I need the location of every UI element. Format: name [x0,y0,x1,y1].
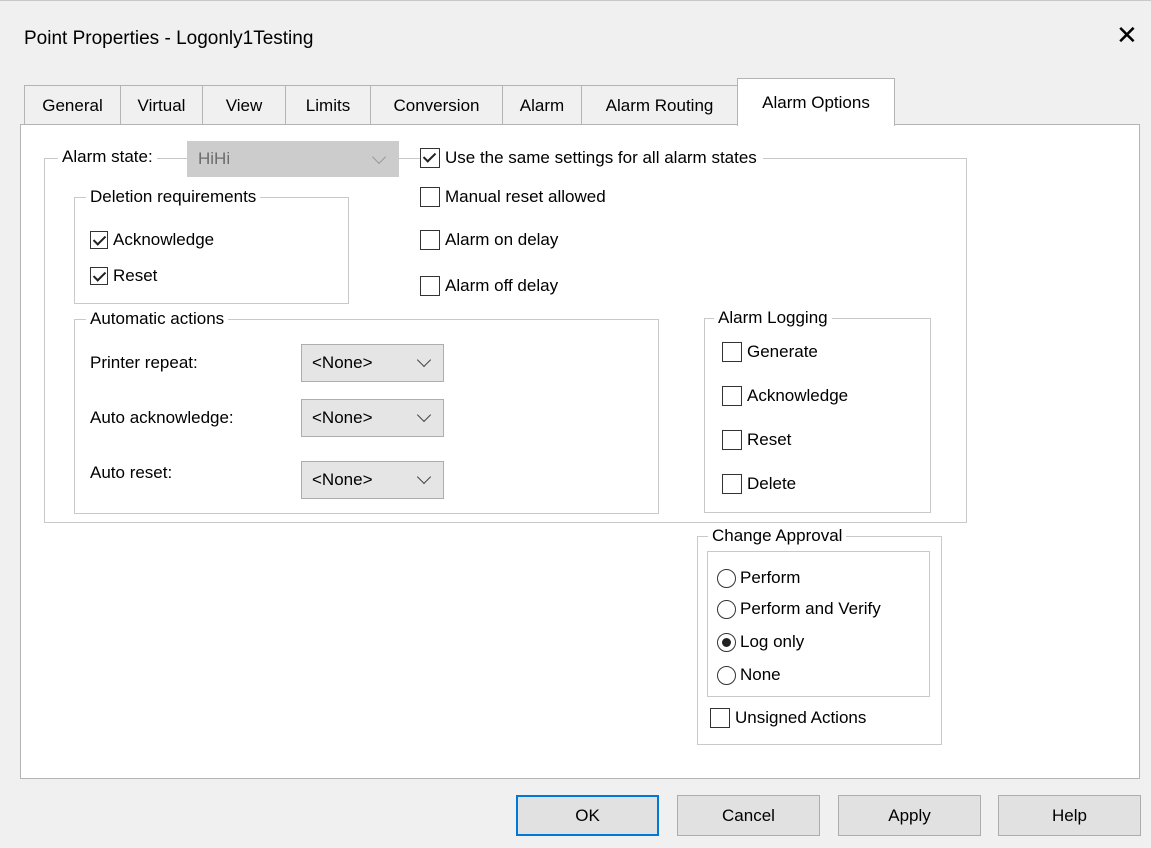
printer-repeat-select[interactable]: <None> [301,344,444,382]
deletion-reset-label: Reset [113,266,158,285]
logging-reset-label: Reset [747,430,792,449]
checkbox-box[interactable] [90,231,108,249]
checkbox-box[interactable] [722,342,742,362]
manual-reset-label: Manual reset allowed [445,187,606,206]
checkbox-box[interactable] [420,187,440,207]
checkbox-box[interactable] [722,474,742,494]
radio-none[interactable]: None [717,665,781,685]
radio-perform-and-verify-label: Perform and Verify [740,599,881,618]
logging-delete-label: Delete [747,474,797,493]
auto-acknowledge-select[interactable]: <None> [301,399,444,437]
logging-acknowledge-label: Acknowledge [747,386,849,405]
auto-reset-select[interactable]: <None> [301,461,444,499]
deletion-requirements-title: Deletion requirements [86,187,261,207]
checkbox-box[interactable] [420,230,440,250]
radio-log-only[interactable]: Log only [717,632,804,652]
chevron-down-icon [416,469,432,485]
deletion-requirements-group [74,197,349,304]
auto-reset-value: <None> [312,470,373,489]
alarm-state-label: Alarm state: [58,147,157,167]
deletion-acknowledge-checkbox[interactable]: Acknowledge [90,230,214,250]
radio-none-label: None [740,665,781,684]
logging-generate-label: Generate [747,342,818,361]
alarm-state-value: HiHi [198,149,231,168]
checkbox-box[interactable] [710,708,730,728]
checkbox-box[interactable] [420,276,440,296]
chevron-down-icon [416,407,432,423]
radio-log-only-label: Log only [740,632,805,651]
radio-button[interactable] [717,599,736,619]
chevron-down-icon [371,149,387,165]
radio-button[interactable] [717,665,736,685]
radio-perform[interactable]: Perform [717,568,800,588]
alarm-on-delay-checkbox[interactable]: Alarm on delay [420,230,558,250]
unsigned-actions-checkbox[interactable]: Unsigned Actions [710,708,866,728]
printer-repeat-label: Printer repeat: [90,353,198,372]
radio-perform-label: Perform [740,568,801,587]
checkbox-box[interactable] [722,430,742,450]
radio-button[interactable] [717,568,736,588]
chevron-down-icon [416,352,432,368]
alarm-on-delay-label: Alarm on delay [445,230,559,249]
deletion-acknowledge-label: Acknowledge [113,230,215,249]
same-settings-checkbox[interactable]: Use the same settings for all alarm stat… [420,148,763,168]
logging-generate-checkbox[interactable]: Generate [722,342,818,362]
change-approval-title: Change Approval [708,526,847,546]
alarm-off-delay-checkbox[interactable]: Alarm off delay [420,276,558,296]
deletion-reset-checkbox[interactable]: Reset [90,266,157,286]
alarm-logging-title: Alarm Logging [714,308,832,328]
unsigned-actions-label: Unsigned Actions [735,708,867,727]
logging-reset-checkbox[interactable]: Reset [722,430,791,450]
checkbox-box[interactable] [90,267,108,285]
radio-perform-and-verify[interactable]: Perform and Verify [717,599,881,619]
alarm-off-delay-label: Alarm off delay [445,276,559,295]
auto-acknowledge-label: Auto acknowledge: [90,408,234,427]
checkbox-box[interactable] [722,386,742,406]
automatic-actions-title: Automatic actions [86,309,229,329]
checkbox-box[interactable] [420,148,440,168]
auto-acknowledge-value: <None> [312,408,373,427]
alarm-state-select[interactable]: HiHi [187,141,399,177]
same-settings-label: Use the same settings for all alarm stat… [445,148,757,167]
manual-reset-checkbox[interactable]: Manual reset allowed [420,187,606,207]
radio-button[interactable] [717,632,736,652]
auto-reset-label: Auto reset: [90,463,173,482]
printer-repeat-value: <None> [312,353,373,372]
logging-delete-checkbox[interactable]: Delete [722,474,796,494]
logging-acknowledge-checkbox[interactable]: Acknowledge [722,386,848,406]
alarm-options-content: Alarm state: HiHi Use the same settings … [0,0,1151,848]
